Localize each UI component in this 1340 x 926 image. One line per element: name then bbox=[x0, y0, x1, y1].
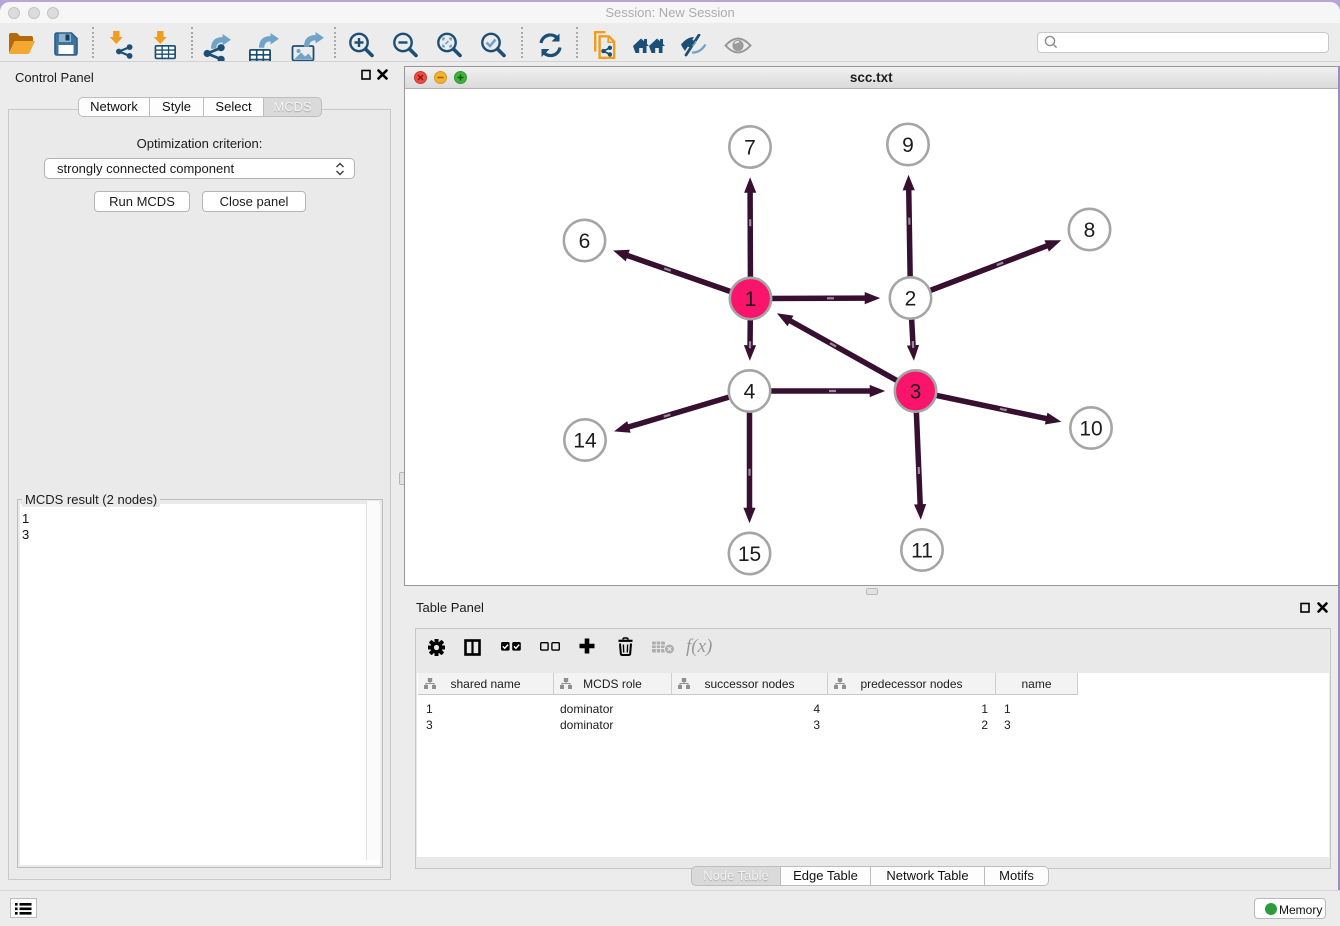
svg-text:15: 15 bbox=[738, 543, 761, 566]
svg-text:14: 14 bbox=[573, 430, 597, 453]
svg-text:9: 9 bbox=[902, 134, 914, 157]
svg-text:10: 10 bbox=[1079, 418, 1102, 441]
svg-text:7: 7 bbox=[744, 137, 756, 160]
svg-text:11: 11 bbox=[911, 540, 933, 563]
svg-text:8: 8 bbox=[1084, 219, 1096, 242]
svg-text:3: 3 bbox=[910, 381, 922, 404]
svg-text:1: 1 bbox=[745, 288, 757, 311]
svg-text:6: 6 bbox=[579, 230, 591, 253]
svg-text:4: 4 bbox=[744, 381, 756, 404]
svg-text:2: 2 bbox=[905, 288, 917, 311]
